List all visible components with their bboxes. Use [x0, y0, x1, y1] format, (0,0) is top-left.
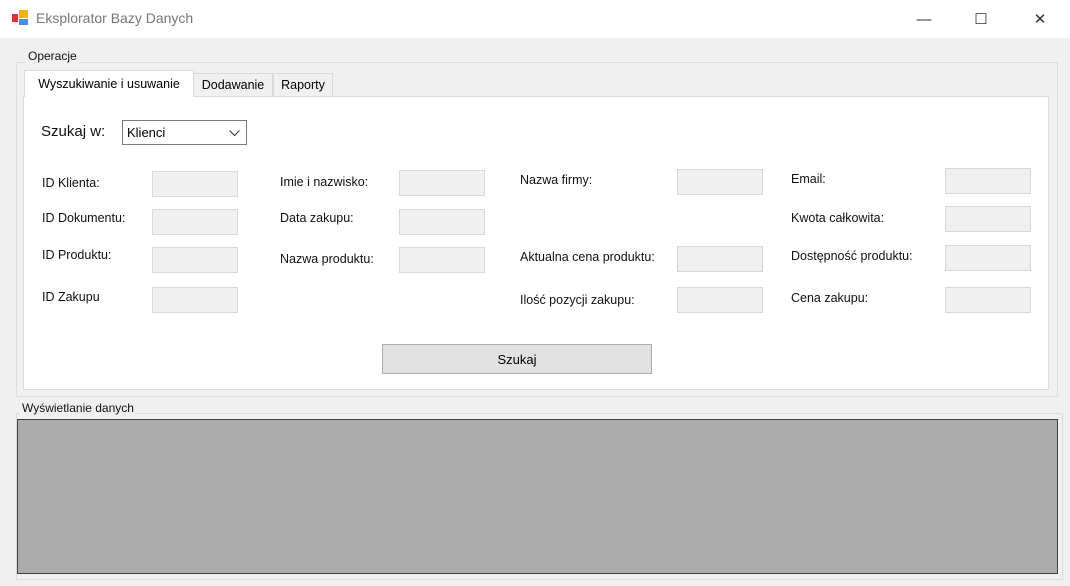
kwota-calkowita-input[interactable]	[945, 206, 1031, 232]
field-label: Imie i nazwisko:	[280, 175, 369, 189]
ilosc-pozycji-input[interactable]	[677, 287, 763, 313]
operations-group-label: Operacje	[26, 49, 79, 63]
nazwa-produktu-input[interactable]	[399, 247, 485, 273]
window-title: Eksplorator Bazy Danych	[36, 10, 194, 26]
tab-add[interactable]: Dodawanie	[193, 73, 273, 96]
field-label: ID Dokumentu:	[42, 211, 126, 225]
field-label: Email:	[791, 172, 826, 186]
close-button[interactable]: ✕	[1017, 0, 1063, 38]
field-label: Ilość pozycji zakupu:	[520, 293, 635, 307]
id-zakupu-input[interactable]	[152, 287, 238, 313]
data-zakupu-input[interactable]	[399, 209, 485, 235]
data-grid[interactable]	[17, 419, 1058, 574]
id-klienta-input[interactable]	[152, 171, 238, 197]
id-dokumentu-input[interactable]	[152, 209, 238, 235]
tab-search-delete[interactable]: Wyszukiwanie i usuwanie	[24, 70, 194, 97]
aktualna-cena-input[interactable]	[677, 246, 763, 272]
field-label: Cena zakupu:	[791, 291, 869, 305]
search-in-value: Klienci	[127, 125, 166, 140]
field-label: ID Zakupu	[42, 290, 100, 304]
field-label: Aktualna cena produktu:	[520, 250, 655, 264]
field-label: Nazwa produktu:	[280, 252, 374, 266]
cena-zakupu-input[interactable]	[945, 287, 1031, 313]
field-label: ID Produktu:	[42, 248, 112, 262]
search-in-select[interactable]: Klienci	[122, 120, 247, 145]
search-button[interactable]: Szukaj	[382, 344, 652, 374]
email-input[interactable]	[945, 168, 1031, 194]
field-label: Dostępność produktu:	[791, 249, 913, 263]
nazwa-firmy-input[interactable]	[677, 169, 763, 195]
chevron-down-icon	[229, 130, 240, 137]
minimize-button[interactable]: —	[901, 0, 947, 38]
field-label: Nazwa firmy:	[520, 173, 593, 187]
field-label: Kwota całkowita:	[791, 211, 885, 225]
field-label: Data zakupu:	[280, 211, 354, 225]
app-icon	[12, 10, 28, 25]
id-produktu-input[interactable]	[152, 247, 238, 273]
dostepnosc-input[interactable]	[945, 245, 1031, 271]
field-label: ID Klienta:	[42, 176, 100, 190]
maximize-button[interactable]: ☐	[958, 0, 1004, 38]
title-bar: Eksplorator Bazy Danych — ☐ ✕	[0, 0, 1070, 38]
tab-reports[interactable]: Raporty	[273, 73, 333, 96]
search-in-label: Szukaj w:	[41, 123, 106, 140]
display-group-label: Wyświetlanie danych	[20, 401, 136, 415]
imie-nazwisko-input[interactable]	[399, 170, 485, 196]
